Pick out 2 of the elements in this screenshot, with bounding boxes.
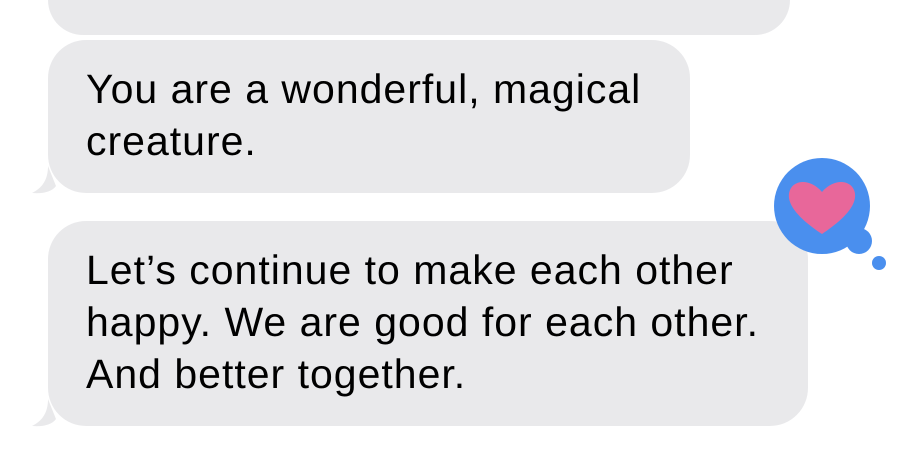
message-text: Let’s continue to make each other happy. We are good for each other. And better together.	[86, 246, 760, 399]
message-text: You are a wonderful, magical creature.	[86, 65, 642, 166]
